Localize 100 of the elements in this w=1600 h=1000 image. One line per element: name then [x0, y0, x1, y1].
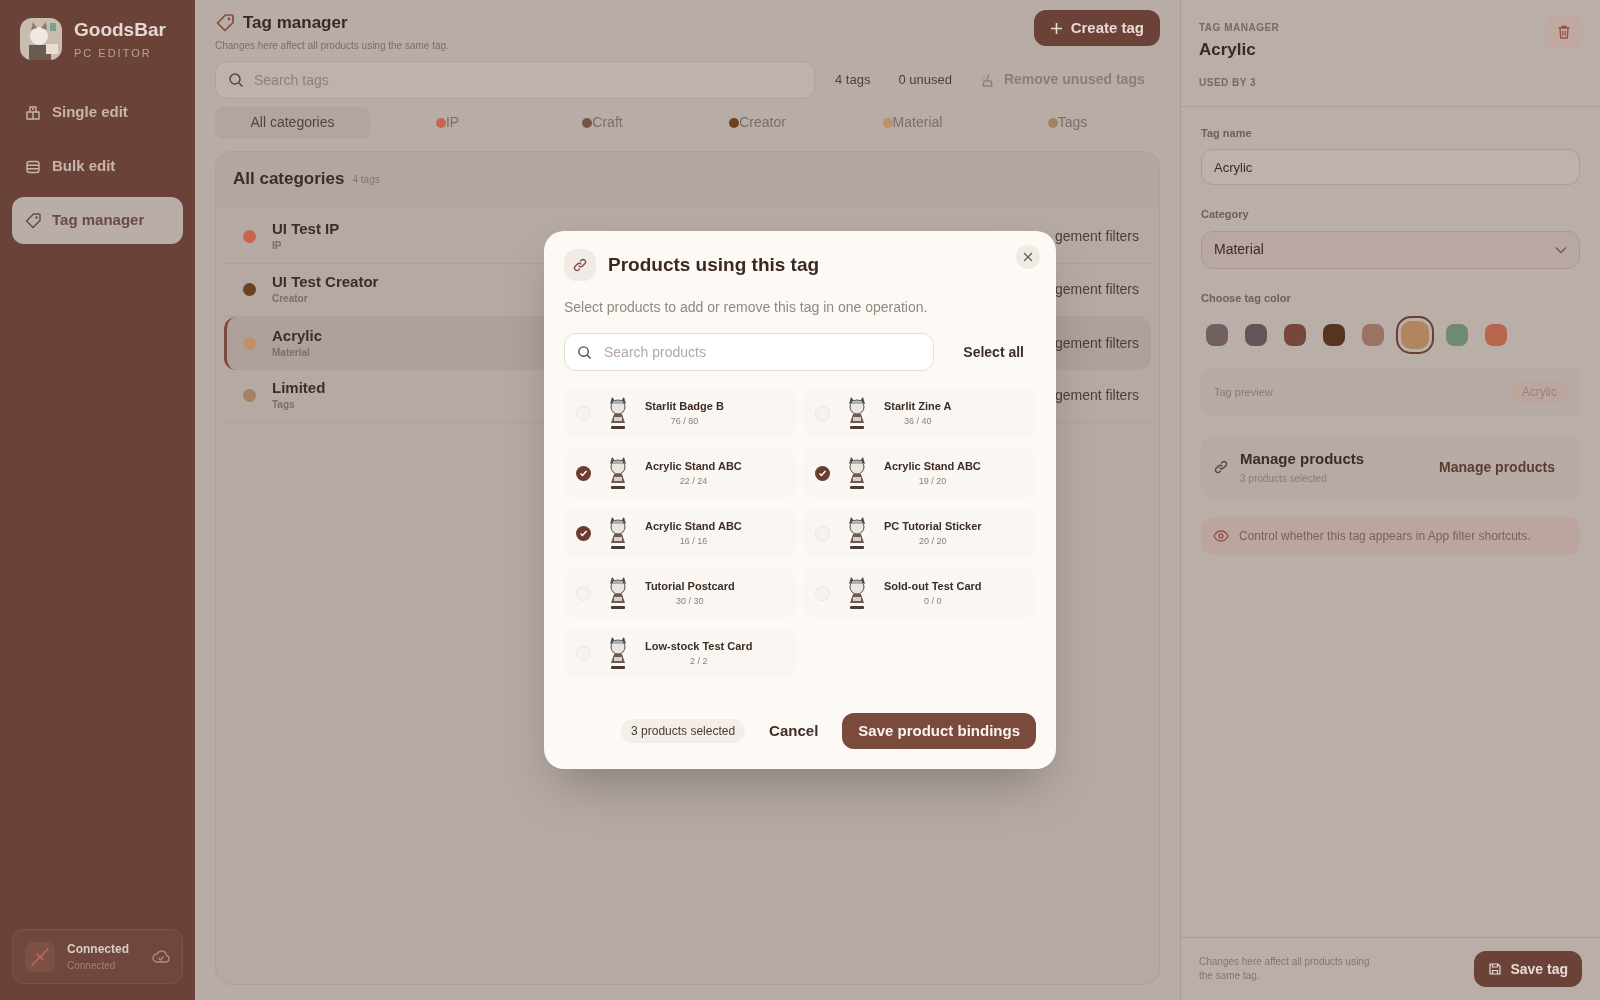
product-item[interactable]: Low-stock Test Card 2 / 2 — [564, 628, 797, 678]
app-subtitle: PC EDITOR — [74, 45, 153, 61]
link-icon — [1214, 460, 1228, 474]
usage-count: USED BY 3 — [1199, 75, 1258, 90]
stock-count: 22 / 24 — [679, 474, 708, 488]
product-item[interactable]: Acrylic Stand ABC 16 / 16 — [564, 508, 797, 558]
stock-count: 2 / 2 — [689, 654, 708, 668]
search-icon — [577, 345, 592, 360]
color-swatch[interactable] — [1485, 324, 1507, 346]
plug-icon — [25, 941, 55, 972]
product-name: Acrylic Stand ABC — [645, 459, 742, 474]
tag-icon — [24, 211, 42, 230]
color-swatch[interactable] — [1245, 324, 1267, 346]
product-name: Starlit Zine A — [884, 399, 952, 414]
stock-count: 19 / 20 — [918, 474, 947, 488]
visibility-text: Control whether this tag appears in App filter shortcuts. — [1239, 528, 1531, 545]
row-action-text: gement filters — [1054, 386, 1139, 405]
tag-name-field[interactable]: Acrylic — [1201, 149, 1580, 185]
delete-button[interactable] — [1546, 14, 1582, 50]
row-action-text: gement filters — [1054, 280, 1139, 299]
app-name: GoodsBar — [74, 18, 166, 42]
color-swatch[interactable] — [1206, 324, 1228, 346]
product-item[interactable]: Starlit Zine A 36 / 40 — [803, 388, 1036, 438]
tag-category: IP — [272, 239, 283, 253]
chevron-down-icon — [1555, 245, 1567, 254]
panel-title: Acrylic — [1199, 39, 1257, 61]
tag-icon — [215, 12, 235, 33]
color-swatch[interactable] — [1323, 324, 1345, 346]
check-icon — [579, 468, 588, 478]
list-title: All categories — [233, 168, 345, 191]
nav-item[interactable]: Bulk edit — [12, 143, 183, 190]
eye-icon — [1213, 530, 1229, 542]
row-action-text: gement filters — [1054, 227, 1139, 246]
product-item[interactable]: PC Tutorial Sticker 20 / 20 — [803, 508, 1036, 558]
connection-status: Connected — [67, 941, 130, 958]
product-search-field[interactable]: Search products — [564, 333, 934, 371]
check-icon — [579, 528, 588, 538]
page-title: Tag manager — [243, 12, 348, 34]
stat-label: 0 unused — [898, 70, 952, 89]
manage-title: Manage products — [1240, 449, 1366, 470]
product-name: Low-stock Test Card — [645, 639, 753, 654]
row-action-text: gement filters — [1054, 333, 1139, 353]
check-icon — [818, 468, 827, 478]
field-label: Category — [1201, 207, 1250, 222]
tag-name: Limited — [272, 379, 326, 397]
nav-item[interactable]: Single edit — [12, 89, 183, 136]
trash-icon — [1556, 24, 1572, 40]
product-name: Starlit Badge B — [645, 399, 724, 414]
stock-count: 16 / 16 — [679, 534, 708, 548]
product-name: Sold-out Test Card — [884, 579, 982, 594]
product-item[interactable]: Tutorial Postcard 30 / 30 — [564, 568, 797, 618]
panel-kicker: TAG MANAGER — [1199, 21, 1280, 35]
page-subtitle: Changes here affect all products using the same tag. — [215, 38, 449, 53]
product-name: Acrylic Stand ABC — [884, 459, 981, 474]
plus-icon — [1049, 21, 1063, 35]
close-icon — [1023, 252, 1033, 262]
tag-category: Creator — [272, 292, 309, 306]
product-item[interactable]: Starlit Badge B 76 / 80 — [564, 388, 797, 438]
checkbox[interactable] — [576, 465, 591, 481]
broom-icon — [979, 71, 996, 88]
close-button[interactable] — [1016, 245, 1040, 269]
boxes-icon — [24, 103, 42, 122]
stat-label: 4 tags — [835, 70, 871, 89]
selected-count-chip: 3 products selected — [621, 719, 746, 743]
category-tab[interactable]: All categories — [215, 106, 370, 139]
connection-detail: Connected — [67, 959, 117, 973]
product-item[interactable]: Sold-out Test Card 0 / 0 — [803, 568, 1036, 618]
category-select[interactable]: Material — [1201, 230, 1580, 269]
stock-count: 30 / 30 — [676, 594, 704, 608]
stock-count: 36 / 40 — [903, 414, 932, 428]
dialog-title: Products using this tag — [608, 252, 821, 277]
color-swatch[interactable] — [1284, 324, 1306, 346]
save-icon — [1488, 962, 1503, 976]
create-tag-button[interactable]: Create tag — [1033, 10, 1160, 46]
link-icon — [573, 258, 587, 272]
dialog-description: Select products to add or remove this tag in one operation. — [564, 298, 929, 317]
tag-category: Tags — [272, 398, 296, 412]
nav-item[interactable]: Tag manager — [12, 197, 183, 244]
checkbox[interactable] — [576, 525, 591, 541]
tag-name: UI Test Creator — [272, 273, 379, 291]
save-tag-button[interactable]: Save tag — [1474, 951, 1582, 987]
stock-count: 0 / 0 — [924, 594, 942, 608]
color-swatch[interactable] — [1362, 324, 1384, 346]
stock-count: 76 / 80 — [670, 414, 699, 428]
product-name: Tutorial Postcard — [645, 579, 735, 594]
product-name: PC Tutorial Sticker — [884, 519, 982, 534]
checkbox[interactable] — [815, 465, 830, 481]
select-all-button[interactable]: Select all — [963, 341, 1024, 363]
search-icon — [228, 71, 244, 88]
color-swatch[interactable] — [1446, 324, 1468, 346]
tag-name: Acrylic — [272, 326, 323, 345]
cancel-button[interactable]: Cancel — [765, 719, 823, 743]
product-item[interactable]: Acrylic Stand ABC 19 / 20 — [803, 448, 1036, 498]
product-item[interactable]: Acrylic Stand ABC 22 / 24 — [564, 448, 797, 498]
product-name: Acrylic Stand ABC — [645, 519, 742, 534]
cloud-check-icon — [152, 949, 170, 964]
stock-count: 20 / 20 — [919, 534, 947, 548]
field-label: Tag name — [1201, 125, 1253, 141]
field-label: Choose tag color — [1201, 290, 1292, 306]
save-bindings-button[interactable]: Save product bindings — [842, 713, 1036, 749]
